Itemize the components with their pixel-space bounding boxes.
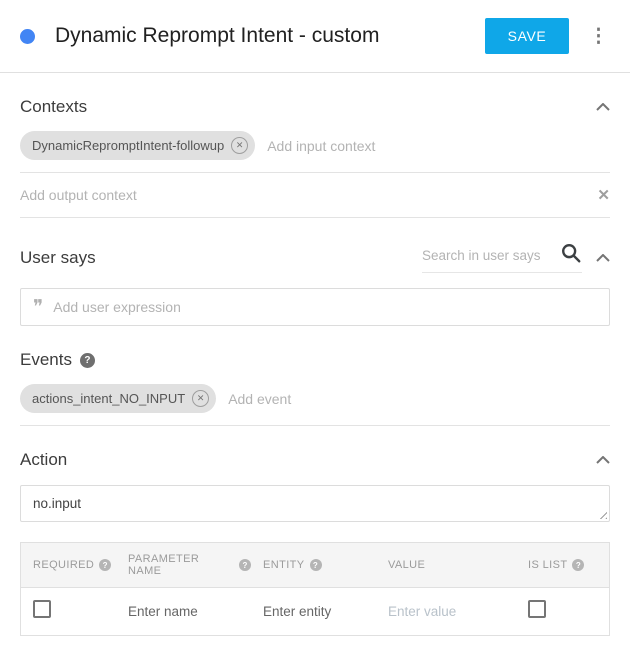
events-help-icon[interactable]: ? <box>80 353 95 368</box>
column-header-is-list: IS LIST ? <box>516 559 608 571</box>
events-section: Events ? actions_intent_NO_INPUT ✕ <box>0 350 630 426</box>
is-list-help-icon[interactable]: ? <box>572 559 584 571</box>
parameter-row <box>21 588 609 635</box>
input-context-chip[interactable]: DynamicRepromptIntent-followup ✕ <box>20 131 255 160</box>
action-name-field[interactable] <box>33 496 597 511</box>
is-list-cell <box>516 600 608 623</box>
intent-priority-dot[interactable] <box>20 29 35 44</box>
value-cell <box>376 603 516 621</box>
required-checkbox[interactable] <box>33 600 51 618</box>
entity-cell <box>251 603 376 621</box>
action-collapse-chevron-icon[interactable] <box>596 451 610 469</box>
contexts-section: Contexts DynamicRepromptIntent-followup … <box>0 97 630 218</box>
resize-handle-icon[interactable] <box>596 508 607 519</box>
events-heading: Events <box>20 350 72 370</box>
chip-remove-icon[interactable]: ✕ <box>231 137 248 154</box>
is-list-checkbox[interactable] <box>528 600 546 618</box>
header-divider <box>0 72 630 73</box>
user-says-section-head: User says <box>20 242 610 273</box>
search-user-says-input[interactable] <box>422 248 560 263</box>
user-expression-box: ❞ <box>20 288 610 326</box>
action-heading: Action <box>20 450 67 470</box>
contexts-heading: Contexts <box>20 97 87 117</box>
event-chip[interactable]: actions_intent_NO_INPUT ✕ <box>20 384 216 413</box>
clear-output-context-icon[interactable]: ✕ <box>597 186 610 204</box>
output-contexts-row: ✕ <box>20 173 610 218</box>
events-section-head: Events ? <box>20 350 610 370</box>
quote-icon: ❞ <box>33 298 43 317</box>
contexts-section-head: Contexts <box>20 97 610 117</box>
user-says-heading: User says <box>20 248 96 268</box>
contexts-collapse-chevron-icon[interactable] <box>596 98 610 116</box>
column-header-entity: ENTITY ? <box>251 559 376 571</box>
add-event-field[interactable] <box>228 391 610 407</box>
parameter-name-cell <box>116 603 251 621</box>
user-says-collapse-chevron-icon[interactable] <box>596 249 610 267</box>
column-header-required: REQUIRED ? <box>21 559 116 571</box>
column-header-parameter-name: PARAMETER NAME ? <box>116 553 251 577</box>
intent-editor-page: Dynamic Reprompt Intent - custom SAVE ⋮ … <box>0 0 630 636</box>
required-help-icon[interactable]: ? <box>99 559 111 571</box>
user-says-search <box>422 242 582 273</box>
search-icon[interactable] <box>560 242 582 269</box>
column-header-label: PARAMETER NAME <box>128 553 234 577</box>
parameters-table-header: REQUIRED ? PARAMETER NAME ? ENTITY ? VAL… <box>21 543 609 588</box>
parameters-table: REQUIRED ? PARAMETER NAME ? ENTITY ? VAL… <box>20 542 610 636</box>
kebab-menu-icon[interactable]: ⋮ <box>587 23 610 50</box>
entity-help-icon[interactable]: ? <box>310 559 322 571</box>
required-cell <box>21 600 116 623</box>
intent-header: Dynamic Reprompt Intent - custom SAVE ⋮ <box>0 0 630 72</box>
chip-remove-icon[interactable]: ✕ <box>192 390 209 407</box>
event-chip-label: actions_intent_NO_INPUT <box>32 391 185 406</box>
column-header-label: ENTITY <box>263 559 305 571</box>
action-section-head: Action <box>20 450 610 470</box>
save-button[interactable]: SAVE <box>485 18 569 54</box>
add-user-expression-field[interactable] <box>53 299 597 315</box>
input-context-chip-label: DynamicRepromptIntent-followup <box>32 138 224 153</box>
column-header-value: VALUE <box>376 559 516 571</box>
entity-field[interactable] <box>263 604 376 619</box>
parameter-name-help-icon[interactable]: ? <box>239 559 251 571</box>
user-says-section: User says ❞ <box>0 242 630 326</box>
value-field[interactable] <box>388 604 516 619</box>
add-output-context-field[interactable] <box>20 187 585 203</box>
add-input-context-field[interactable] <box>267 138 610 154</box>
action-input-box <box>20 485 610 522</box>
action-section: Action <box>0 450 630 522</box>
page-title: Dynamic Reprompt Intent - custom <box>55 24 379 48</box>
input-contexts-row: DynamicRepromptIntent-followup ✕ <box>20 117 610 173</box>
column-header-label: REQUIRED <box>33 559 94 571</box>
column-header-label: VALUE <box>388 559 425 571</box>
column-header-label: IS LIST <box>528 559 567 571</box>
events-row: actions_intent_NO_INPUT ✕ <box>20 370 610 426</box>
parameter-name-field[interactable] <box>128 604 251 619</box>
